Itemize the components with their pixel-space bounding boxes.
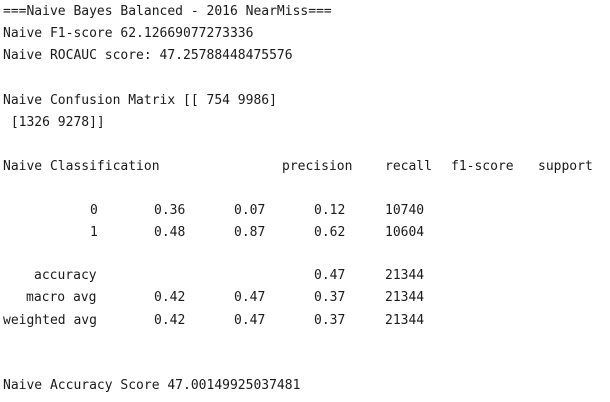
row-precision: 0.42	[154, 290, 186, 305]
f1-score-line: Naive F1-score 62.12669077273336	[3, 26, 254, 41]
column-header-precision: precision	[282, 159, 353, 174]
row-f1: 0.37	[314, 290, 346, 305]
row-precision: 0.42	[154, 313, 186, 328]
row-recall: 0.47	[234, 313, 266, 328]
accuracy-score-line: Naive Accuracy Score 47.00149925037481	[3, 378, 301, 393]
row-f1: 0.62	[314, 225, 346, 240]
column-header-support: support	[538, 159, 593, 174]
console-output: ===Naive Bayes Balanced - 2016 NearMiss=…	[0, 0, 610, 402]
row-precision: 0.48	[154, 225, 186, 240]
row-label: 1	[90, 225, 98, 240]
row-label: accuracy	[34, 268, 97, 283]
column-header-recall: recall	[385, 159, 432, 174]
confusion-matrix-line-2: [1326 9278]]	[3, 115, 105, 130]
row-support: 21344	[385, 313, 425, 328]
row-f1: 0.37	[314, 313, 346, 328]
row-f1: 0.12	[314, 203, 346, 218]
row-precision: 0.36	[154, 203, 186, 218]
row-support: 10604	[385, 225, 425, 240]
rocauc-score-line: Naive ROCAUC score: 47.25788448475576	[3, 48, 293, 63]
row-f1: 0.47	[314, 268, 346, 283]
classification-title: Naive Classification	[3, 159, 160, 174]
row-label: weighted avg	[3, 313, 97, 328]
row-label: 0	[90, 203, 98, 218]
column-header-f1-score: f1-score	[451, 159, 514, 174]
header-line: ===Naive Bayes Balanced - 2016 NearMiss=…	[3, 4, 332, 19]
row-support: 10740	[385, 203, 425, 218]
row-recall: 0.47	[234, 290, 266, 305]
row-support: 21344	[385, 290, 425, 305]
row-label: macro avg	[26, 290, 97, 305]
row-support: 21344	[385, 268, 425, 283]
row-recall: 0.07	[234, 203, 266, 218]
row-recall: 0.87	[234, 225, 266, 240]
confusion-matrix-line-1: Naive Confusion Matrix [[ 754 9986]	[3, 93, 277, 108]
